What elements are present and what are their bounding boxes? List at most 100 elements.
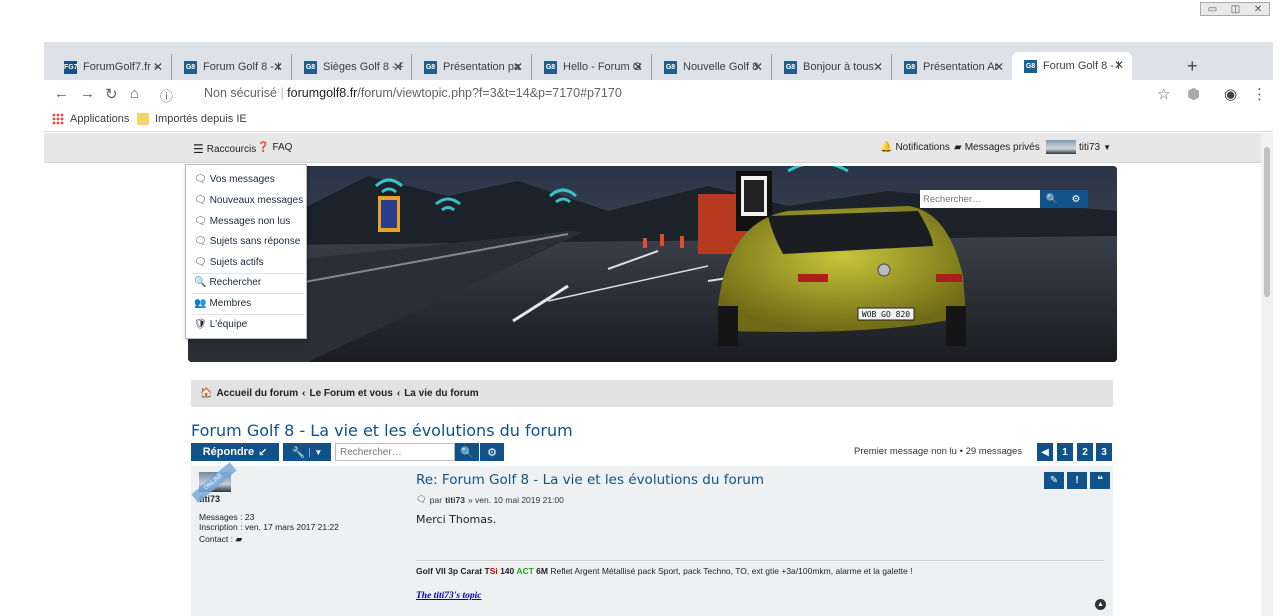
dropdown-label: Vos messages bbox=[209, 174, 275, 185]
profile-icon[interactable]: ◉ bbox=[1224, 85, 1237, 103]
reply-arrow-icon: ↙ bbox=[258, 446, 268, 459]
close-tab-icon[interactable]: ✕ bbox=[753, 60, 763, 74]
dropdown-item-unread-posts[interactable]: 🗨 Messages non lus bbox=[194, 216, 290, 227]
browser-tab-active[interactable]: G8 Forum Golf 8 - I ✕ bbox=[1012, 52, 1132, 80]
topic-search-input[interactable] bbox=[335, 443, 455, 461]
page-button-3[interactable]: 3 bbox=[1096, 443, 1112, 461]
contact-icon[interactable]: ▰ bbox=[235, 534, 242, 544]
forward-icon[interactable]: → bbox=[80, 85, 95, 102]
dropdown-item-members[interactable]: 👥 Membres bbox=[194, 298, 251, 309]
favicon-icon: G8 bbox=[544, 60, 557, 74]
post-profile: ONLINE titi73 Messages : 23 Inscription … bbox=[191, 462, 339, 545]
close-tab-icon[interactable]: ✕ bbox=[633, 60, 643, 74]
star-icon[interactable]: ☆ bbox=[1157, 85, 1170, 103]
close-window-icon[interactable]: ✕ bbox=[1254, 4, 1262, 15]
back-to-top-icon[interactable]: ▲ bbox=[1095, 599, 1106, 610]
forum-navbar: ☰ Raccourcis ❓ FAQ 🔔 Notifications ▰ Mes… bbox=[44, 133, 1261, 163]
scrollbar[interactable] bbox=[1261, 133, 1273, 616]
post-meta-author[interactable]: titi73 bbox=[445, 495, 465, 505]
scrollbar-thumb[interactable] bbox=[1264, 147, 1270, 297]
bookmark-applications[interactable]: Applications bbox=[52, 113, 129, 125]
reply-button[interactable]: Répondre ↙ bbox=[191, 443, 279, 461]
dropdown-item-team[interactable]: 🛡 L'équipe bbox=[194, 319, 247, 330]
dropdown-divider bbox=[192, 314, 304, 315]
reload-icon[interactable]: ↻ bbox=[105, 85, 118, 103]
maximize-icon[interactable]: ◫ bbox=[1231, 4, 1240, 15]
minimize-icon[interactable]: ▭ bbox=[1208, 4, 1217, 15]
post-meta: 🗨 par titi73 » ven. 10 mai 2019 21:00 bbox=[416, 494, 1106, 505]
browser-tab[interactable]: G8 Bonjour à tous ✕ bbox=[772, 54, 892, 80]
comment-icon: 🗨 bbox=[194, 174, 207, 185]
browser-tab[interactable]: G8 Nouvelle Golf 8 ✕ bbox=[652, 54, 772, 80]
signature-model: Golf VII 3p Carat T bbox=[416, 566, 490, 576]
dropdown-label: L'équipe bbox=[209, 319, 248, 330]
close-tab-icon[interactable]: ✕ bbox=[153, 60, 163, 74]
header-search-input[interactable] bbox=[920, 190, 1040, 208]
signature-topic-link[interactable]: The titi73's topic bbox=[416, 591, 481, 601]
browser-tab[interactable]: G8 Présentation pa ✕ bbox=[412, 54, 532, 80]
favicon-icon: G8 bbox=[304, 60, 317, 74]
post-subject[interactable]: Re: Forum Golf 8 - La vie et les évoluti… bbox=[416, 472, 1106, 488]
dropdown-divider bbox=[192, 273, 304, 274]
breadcrumb-separator: ‹ bbox=[302, 388, 306, 399]
close-tab-icon[interactable]: ✕ bbox=[393, 60, 403, 74]
user-menu[interactable]: titi73 ▼ bbox=[1046, 140, 1111, 154]
close-tab-icon[interactable]: ✕ bbox=[513, 60, 523, 74]
advanced-search-icon: ⚙ bbox=[487, 446, 497, 459]
browser-tab[interactable]: G8 Présentation Ar ✕ bbox=[892, 54, 1012, 80]
close-tab-icon[interactable]: ✕ bbox=[994, 60, 1004, 74]
info-icon[interactable]: ⓘ bbox=[160, 86, 173, 105]
advanced-search-icon[interactable]: ⚙ bbox=[1064, 190, 1088, 208]
topic-search-button[interactable]: 🔍 bbox=[455, 443, 479, 461]
close-tab-icon[interactable]: ✕ bbox=[1114, 58, 1124, 72]
address-bar: ← → ↻ ⌂ ⓘ Non sécurisé | forumgolf8.fr/f… bbox=[44, 80, 1273, 108]
report-post-button[interactable]: ! bbox=[1067, 472, 1087, 489]
user-avatar bbox=[1046, 140, 1076, 154]
reply-label: Répondre bbox=[202, 446, 255, 458]
dropdown-item-search[interactable]: 🔍 Rechercher bbox=[194, 277, 261, 288]
tab-title: Hello - Forum G bbox=[563, 61, 642, 73]
home-icon[interactable]: ⌂ bbox=[130, 85, 139, 102]
browser-tab[interactable]: FG7 ForumGolf7.fr - ✕ bbox=[52, 54, 172, 80]
bookmark-label: Importés depuis IE bbox=[155, 113, 247, 125]
home-icon: 🏠 bbox=[200, 388, 213, 399]
quote-post-button[interactable]: ❝ bbox=[1090, 472, 1110, 489]
extension-icon[interactable]: ⬢ bbox=[1187, 85, 1200, 103]
page-button-1[interactable]: 1 bbox=[1057, 443, 1073, 461]
favicon-icon: G8 bbox=[1024, 59, 1037, 73]
topic-advanced-search-button[interactable]: ⚙ bbox=[480, 443, 504, 461]
prev-page-button[interactable]: ◀ bbox=[1037, 443, 1053, 461]
dropdown-item-your-posts[interactable]: 🗨 Vos messages bbox=[194, 174, 275, 185]
browser-tab[interactable]: G8 Hello - Forum G ✕ bbox=[532, 54, 652, 80]
edit-post-button[interactable]: ✎ bbox=[1044, 472, 1064, 489]
search-icon: 🔍 bbox=[194, 277, 207, 288]
page-button-2[interactable]: 2 bbox=[1077, 443, 1093, 461]
breadcrumb-item-category[interactable]: Le Forum et vous bbox=[309, 388, 392, 399]
search-icon[interactable]: 🔍 bbox=[1040, 190, 1064, 208]
messages-count[interactable]: 23 bbox=[245, 512, 254, 522]
shortcuts-menu[interactable]: ☰ Raccourcis bbox=[193, 142, 256, 156]
bookmark-folder[interactable]: Importés depuis IE bbox=[137, 113, 247, 125]
back-icon[interactable]: ← bbox=[54, 85, 69, 102]
close-tab-icon[interactable]: ✕ bbox=[873, 60, 883, 74]
faq-link[interactable]: ❓ FAQ bbox=[257, 142, 292, 153]
menu-icon[interactable]: ⋮ bbox=[1252, 85, 1267, 103]
browser-tab[interactable]: G8 Sièges Golf 8 - F ✕ bbox=[292, 54, 412, 80]
dropdown-item-unanswered[interactable]: 🗨 Sujets sans réponse bbox=[194, 236, 300, 247]
url-field[interactable]: Non sécurisé | forumgolf8.fr/forum/viewt… bbox=[204, 86, 622, 100]
private-messages-link[interactable]: ▰ Messages privés bbox=[954, 142, 1040, 153]
dropdown-label: Membres bbox=[209, 298, 252, 309]
notifications-link[interactable]: 🔔 Notifications bbox=[880, 142, 950, 153]
breadcrumb-item-forum[interactable]: La vie du forum bbox=[404, 388, 478, 399]
browser-tab[interactable]: G8 Forum Golf 8 - I ✕ bbox=[172, 54, 292, 80]
close-tab-icon[interactable]: ✕ bbox=[273, 60, 283, 74]
dropdown-item-new-posts[interactable]: 🗨 Nouveaux messages bbox=[194, 195, 303, 206]
topic-tools-button[interactable]: 🔧 ▼ bbox=[283, 443, 331, 461]
topic-title[interactable]: Forum Golf 8 - La vie et les évolutions … bbox=[191, 421, 573, 440]
new-tab-icon[interactable]: + bbox=[1187, 56, 1198, 77]
apps-grid-icon bbox=[52, 113, 64, 125]
breadcrumb-item-home[interactable]: Accueil du forum bbox=[216, 388, 298, 399]
signature-act: ACT bbox=[516, 566, 534, 576]
shortcuts-dropdown: 🗨 Vos messages 🗨 Nouveaux messages 🗨 Messag… bbox=[185, 164, 307, 339]
dropdown-item-active-topics[interactable]: 🗨 Sujets actifs bbox=[194, 257, 264, 268]
